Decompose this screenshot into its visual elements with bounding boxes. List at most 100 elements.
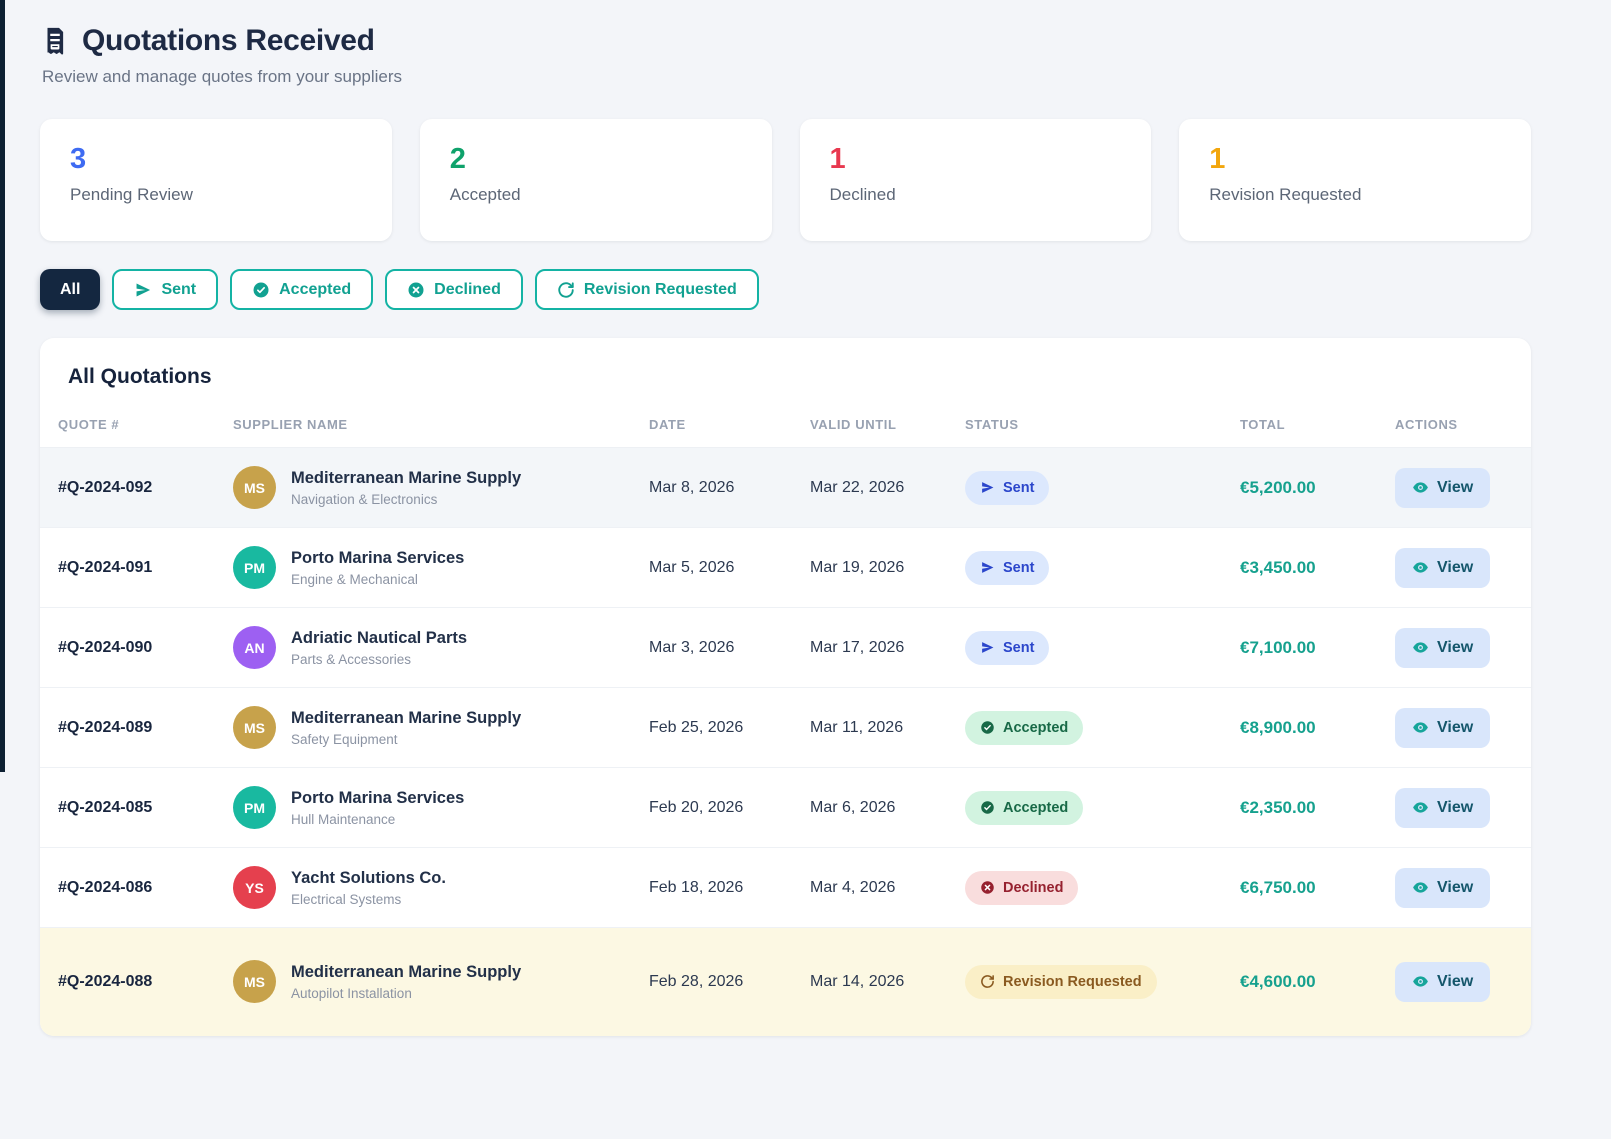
view-label: View <box>1437 799 1473 817</box>
x-circle-icon <box>980 880 995 895</box>
supplier-cell: YS Yacht Solutions Co. Electrical System… <box>233 866 649 909</box>
status-label: Sent <box>1003 640 1034 656</box>
valid-until-date: Mar 22, 2026 <box>810 479 904 496</box>
supplier-cell: PM Porto Marina Services Engine & Mechan… <box>233 546 649 589</box>
stats-cards: 3 Pending Review 2 Accepted 1 Declined 1… <box>40 119 1531 241</box>
status-label: Accepted <box>1003 720 1068 736</box>
eye-icon <box>1412 639 1429 656</box>
table-header-row: QUOTE # SUPPLIER NAME DATE VALID UNTIL S… <box>40 411 1531 448</box>
send-icon <box>980 480 995 495</box>
receipt-icon <box>40 26 70 56</box>
column-header-actions: ACTIONS <box>1395 411 1531 448</box>
stat-card-pending-review: 3 Pending Review <box>40 119 392 241</box>
quote-total: €3,450.00 <box>1240 558 1316 577</box>
filter-label: Sent <box>161 281 196 299</box>
view-label: View <box>1437 719 1473 737</box>
supplier-cell: AN Adriatic Nautical Parts Parts & Acces… <box>233 626 649 669</box>
sidebar-edge <box>0 0 5 772</box>
view-label: View <box>1437 973 1473 991</box>
supplier-category: Electrical Systems <box>291 892 446 907</box>
quote-number: #Q-2024-086 <box>58 879 152 896</box>
column-header-quote: QUOTE # <box>40 411 233 448</box>
status-badge: Sent <box>965 551 1049 585</box>
supplier-name: Mediterranean Marine Supply <box>291 963 521 982</box>
view-button[interactable]: View <box>1395 708 1490 748</box>
table-row[interactable]: #Q-2024-092 MS Mediterranean Marine Supp… <box>40 448 1531 528</box>
table-row[interactable]: #Q-2024-088 MS Mediterranean Marine Supp… <box>40 928 1531 1036</box>
table-row[interactable]: #Q-2024-090 AN Adriatic Nautical Parts P… <box>40 608 1531 688</box>
column-header-supplier: SUPPLIER NAME <box>233 411 649 448</box>
supplier-category: Parts & Accessories <box>291 652 467 667</box>
view-button[interactable]: View <box>1395 628 1490 668</box>
quote-number: #Q-2024-091 <box>58 559 152 576</box>
quote-total: €4,600.00 <box>1240 972 1316 991</box>
stat-label: Revision Requested <box>1209 185 1501 205</box>
view-button[interactable]: View <box>1395 788 1490 828</box>
page-subtitle: Review and manage quotes from your suppl… <box>42 67 1531 87</box>
quote-date: Feb 20, 2026 <box>649 799 743 816</box>
view-button[interactable]: View <box>1395 548 1490 588</box>
filter-all-button[interactable]: All <box>40 269 100 310</box>
supplier-category: Autopilot Installation <box>291 986 521 1001</box>
supplier-category: Navigation & Electronics <box>291 492 521 507</box>
table-row[interactable]: #Q-2024-089 MS Mediterranean Marine Supp… <box>40 688 1531 768</box>
send-icon <box>134 281 152 299</box>
filter-label: Declined <box>434 281 501 299</box>
status-label: Sent <box>1003 560 1034 576</box>
column-header-valid-until: VALID UNTIL <box>810 411 965 448</box>
view-label: View <box>1437 879 1473 897</box>
filter-sent-button[interactable]: Sent <box>112 269 218 310</box>
refresh-icon <box>980 974 995 989</box>
status-badge: Declined <box>965 871 1078 905</box>
quote-date: Mar 8, 2026 <box>649 479 734 496</box>
view-button[interactable]: View <box>1395 962 1490 1002</box>
eye-icon <box>1412 879 1429 896</box>
view-button[interactable]: View <box>1395 868 1490 908</box>
send-icon <box>980 560 995 575</box>
supplier-name: Mediterranean Marine Supply <box>291 469 521 488</box>
table-row[interactable]: #Q-2024-085 PM Porto Marina Services Hul… <box>40 768 1531 848</box>
filter-label: Revision Requested <box>584 281 737 299</box>
table-row[interactable]: #Q-2024-086 YS Yacht Solutions Co. Elect… <box>40 848 1531 928</box>
quote-total: €7,100.00 <box>1240 638 1316 657</box>
view-button[interactable]: View <box>1395 468 1490 508</box>
supplier-cell: PM Porto Marina Services Hull Maintenanc… <box>233 786 649 829</box>
quote-date: Feb 28, 2026 <box>649 973 743 990</box>
check-circle-icon <box>252 281 270 299</box>
filter-declined-button[interactable]: Declined <box>385 269 523 310</box>
supplier-name: Porto Marina Services <box>291 789 464 808</box>
eye-icon <box>1412 559 1429 576</box>
page-title: Quotations Received <box>82 24 375 58</box>
check-circle-icon <box>980 800 995 815</box>
quote-date: Feb 25, 2026 <box>649 719 743 736</box>
quote-number: #Q-2024-088 <box>58 973 152 990</box>
supplier-cell: MS Mediterranean Marine Supply Navigatio… <box>233 466 649 509</box>
avatar: MS <box>233 706 276 749</box>
stat-value: 1 <box>830 144 1122 176</box>
avatar: AN <box>233 626 276 669</box>
filter-bar: All Sent Accepted Declined Revision Requ… <box>40 269 1531 310</box>
table-row[interactable]: #Q-2024-091 PM Porto Marina Services Eng… <box>40 528 1531 608</box>
valid-until-date: Mar 14, 2026 <box>810 973 904 990</box>
column-header-total: TOTAL <box>1240 411 1395 448</box>
status-label: Revision Requested <box>1003 974 1142 990</box>
filter-revision-requested-button[interactable]: Revision Requested <box>535 269 759 310</box>
filter-label: Accepted <box>279 281 351 299</box>
supplier-name: Adriatic Nautical Parts <box>291 629 467 648</box>
valid-until-date: Mar 11, 2026 <box>810 719 903 736</box>
status-badge: Revision Requested <box>965 965 1157 999</box>
refresh-icon <box>557 281 575 299</box>
supplier-cell: MS Mediterranean Marine Supply Safety Eq… <box>233 706 649 749</box>
supplier-category: Hull Maintenance <box>291 812 464 827</box>
check-circle-icon <box>980 720 995 735</box>
valid-until-date: Mar 19, 2026 <box>810 559 904 576</box>
quote-total: €6,750.00 <box>1240 878 1316 897</box>
quote-number: #Q-2024-085 <box>58 799 152 816</box>
supplier-cell: MS Mediterranean Marine Supply Autopilot… <box>233 960 649 1003</box>
filter-accepted-button[interactable]: Accepted <box>230 269 373 310</box>
supplier-category: Safety Equipment <box>291 732 521 747</box>
stat-label: Accepted <box>450 185 742 205</box>
status-badge: Sent <box>965 631 1049 665</box>
quote-total: €5,200.00 <box>1240 478 1316 497</box>
avatar: PM <box>233 786 276 829</box>
